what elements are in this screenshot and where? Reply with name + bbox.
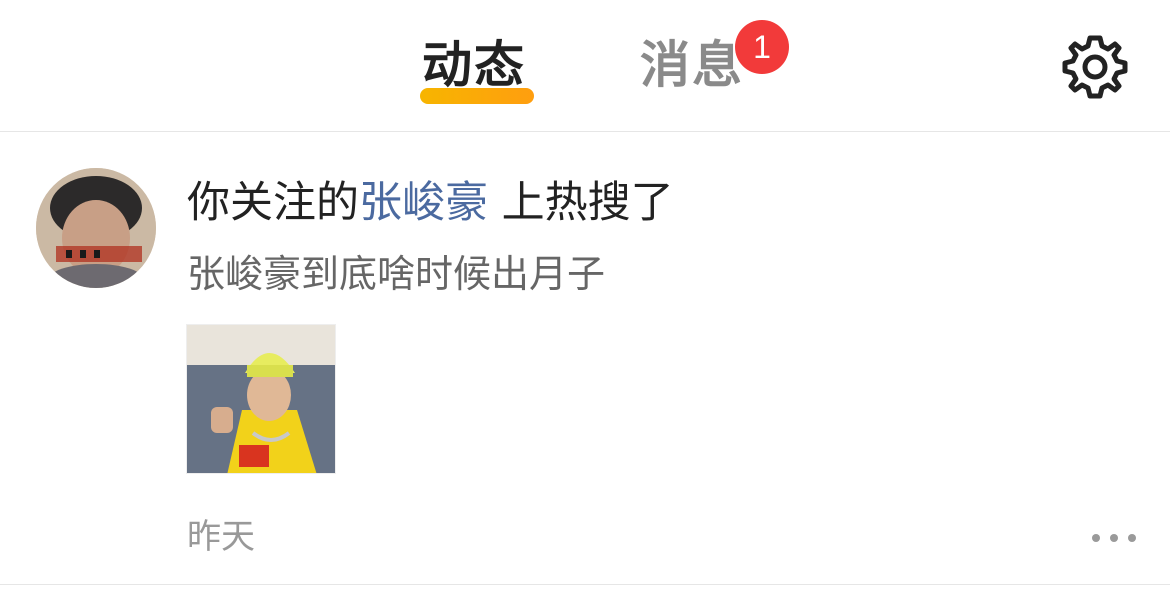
tab-messages[interactable]: 消息 <box>640 30 744 100</box>
more-options-button[interactable] <box>1092 531 1136 545</box>
headline-suffix: 上热搜了 <box>488 178 674 228</box>
timestamp: 昨天 <box>187 517 255 557</box>
notification-subtitle: 张峻豪到底啥时候出月子 <box>187 252 606 296</box>
settings-button[interactable] <box>1060 32 1130 102</box>
celebrity-name-link[interactable]: 张峻豪 <box>359 178 488 228</box>
notification-card[interactable]: 你关注的张峻豪 上热搜了 张峻豪到底啥时候出月子 昨天 <box>0 133 1170 585</box>
top-navigation-bar: 动态 消息 1 <box>0 0 1170 132</box>
notification-headline: 你关注的张峻豪 上热搜了 <box>187 173 674 233</box>
ellipsis-icon <box>1092 534 1100 542</box>
thumbnail-image[interactable] <box>186 324 336 474</box>
headline-prefix: 你关注的 <box>187 178 359 228</box>
active-tab-indicator <box>420 88 534 104</box>
unread-badge: 1 <box>735 20 789 74</box>
gear-icon <box>1062 35 1128 99</box>
avatar[interactable] <box>36 168 156 288</box>
